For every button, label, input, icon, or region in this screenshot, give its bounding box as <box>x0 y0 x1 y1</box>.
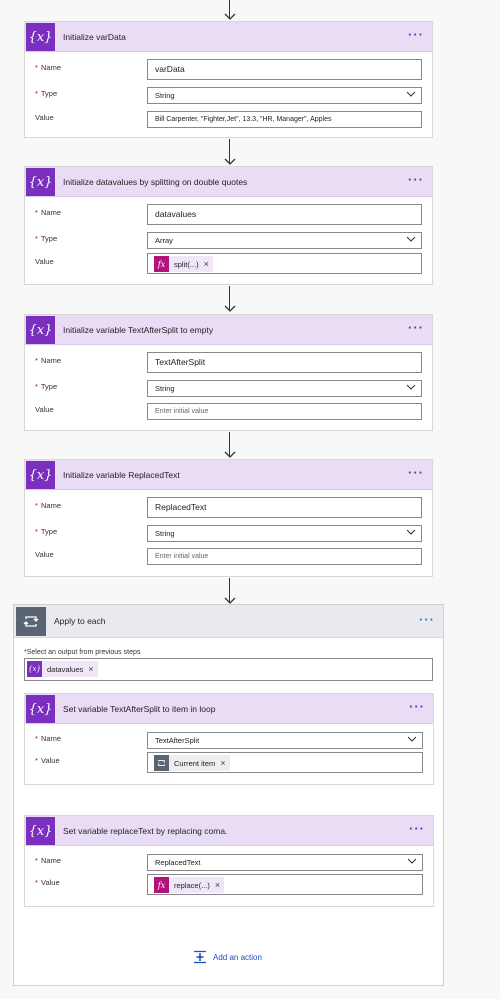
select-output-label: *Select an output from previous steps <box>24 649 141 656</box>
more-options-icon[interactable]: ··· <box>408 460 424 486</box>
field-label: Value <box>35 405 54 414</box>
chevron-down-icon <box>407 736 417 742</box>
remove-token-icon[interactable]: × <box>204 255 209 274</box>
flow-arrow <box>224 286 236 312</box>
chevron-down-icon <box>407 858 417 864</box>
dynamic-content-token[interactable]: {x} datavalues × <box>27 661 98 677</box>
name-input[interactable]: TextAfterSplit <box>147 352 422 373</box>
flow-arrow <box>224 0 236 20</box>
dynamic-content-token[interactable]: Current item × <box>154 755 230 771</box>
value-input[interactable]: Enter initial value <box>147 548 422 565</box>
more-options-icon[interactable]: ··· <box>408 22 424 48</box>
chevron-down-icon <box>406 529 416 535</box>
card-title: Initialize datavalues by splitting on do… <box>63 177 248 187</box>
variable-icon: {x} <box>26 23 55 51</box>
field-label: Value <box>35 550 54 559</box>
value-input[interactable]: fx split(...) × <box>147 253 422 274</box>
name-input[interactable]: ReplacedText <box>147 497 422 518</box>
card-header[interactable]: {x} Initialize variable ReplacedText ··· <box>25 460 432 490</box>
field-label: * Type <box>35 89 58 98</box>
card-title: Initialize variable ReplacedText <box>63 470 180 480</box>
variable-icon: {x} <box>26 316 55 344</box>
select-output-input[interactable]: {x} datavalues × <box>24 658 433 681</box>
function-icon: fx <box>154 256 169 272</box>
more-options-icon[interactable]: ··· <box>419 605 435 634</box>
name-input[interactable]: varData <box>147 59 422 80</box>
variable-icon: {x} <box>26 461 55 489</box>
card-title: Set variable replaceText by replacing co… <box>63 826 228 836</box>
card-header[interactable]: {x} Initialize variable TextAfterSplit t… <box>25 315 432 345</box>
card-title: Initialize varData <box>63 32 126 42</box>
remove-token-icon[interactable]: × <box>88 664 93 674</box>
field-label: * Type <box>35 234 58 243</box>
expression-token[interactable]: fx replace(...) × <box>154 876 225 895</box>
field-label: * Type <box>35 527 58 536</box>
type-dropdown[interactable]: Array <box>147 232 422 249</box>
name-dropdown[interactable]: ReplacedText <box>147 854 423 871</box>
value-input[interactable]: Enter initial value <box>147 403 422 420</box>
action-card-initialize-vardata: {x} Initialize varData ··· * Name varDat… <box>24 21 433 138</box>
add-action-icon <box>194 950 206 964</box>
field-label: Value <box>35 257 54 266</box>
variable-icon: {x} <box>27 661 42 677</box>
name-input[interactable]: datavalues <box>147 204 422 225</box>
loop-icon <box>16 607 46 636</box>
value-input[interactable]: Current item × <box>147 752 423 773</box>
field-label: Value <box>35 113 54 122</box>
type-dropdown[interactable]: String <box>147 380 422 397</box>
card-header[interactable]: {x} Set variable replaceText by replacin… <box>25 816 433 846</box>
more-options-icon[interactable]: ··· <box>408 167 424 193</box>
card-header[interactable]: {x} Initialize varData ··· <box>25 22 432 52</box>
add-action-button[interactable]: Add an action <box>193 949 262 965</box>
field-label: * Name <box>35 734 62 743</box>
card-title: Initialize variable TextAfterSplit to em… <box>63 325 214 335</box>
action-card-set-textaftersplit: {x} Set variable TextAfterSplit to item … <box>24 693 434 785</box>
field-label: * Type <box>35 382 58 391</box>
function-icon: fx <box>154 877 169 893</box>
remove-token-icon[interactable]: × <box>215 876 220 895</box>
apply-to-each-scope: Apply to each ··· *Select an output from… <box>13 604 444 986</box>
value-input[interactable]: Bill Carpenter, "Fighter,Jet", 13.3, "HR… <box>147 111 422 128</box>
loop-icon <box>154 755 169 771</box>
card-header[interactable]: {x} Initialize datavalues by splitting o… <box>25 167 432 197</box>
flow-arrow <box>224 432 236 458</box>
more-options-icon[interactable]: ··· <box>409 816 425 842</box>
type-dropdown[interactable]: String <box>147 87 422 104</box>
action-card-initialize-datavalues: {x} Initialize datavalues by splitting o… <box>24 166 433 285</box>
more-options-icon[interactable]: ··· <box>409 694 425 720</box>
flow-arrow <box>224 139 236 165</box>
variable-icon: {x} <box>26 695 55 723</box>
variable-icon: {x} <box>26 817 55 845</box>
field-label: * Name <box>35 208 62 217</box>
field-label: * Name <box>35 856 62 865</box>
value-input[interactable]: fx replace(...) × <box>147 874 423 895</box>
field-label: * Name <box>35 501 62 510</box>
expression-token[interactable]: fx split(...) × <box>154 256 213 272</box>
card-header[interactable]: {x} Set variable TextAfterSplit to item … <box>25 694 433 724</box>
field-label: * Value <box>35 878 60 887</box>
chevron-down-icon <box>406 384 416 390</box>
action-card-initialize-textaftersplit: {x} Initialize variable TextAfterSplit t… <box>24 314 433 431</box>
field-label: * Value <box>35 756 60 765</box>
chevron-down-icon <box>406 236 416 242</box>
add-action-label[interactable]: Add an action <box>213 953 262 962</box>
field-label: * Name <box>35 356 62 365</box>
more-options-icon[interactable]: ··· <box>408 315 424 341</box>
chevron-down-icon <box>406 91 416 97</box>
action-card-initialize-replacedtext: {x} Initialize variable ReplacedText ···… <box>24 459 433 577</box>
name-dropdown[interactable]: TextAfterSplit <box>147 732 423 749</box>
field-label: * Name <box>35 63 62 72</box>
scope-header[interactable]: Apply to each ··· <box>14 605 443 638</box>
scope-title: Apply to each <box>54 616 106 626</box>
card-title: Set variable TextAfterSplit to item in l… <box>63 704 216 714</box>
action-card-set-replacetext: {x} Set variable replaceText by replacin… <box>24 815 434 907</box>
variable-icon: {x} <box>26 168 55 196</box>
type-dropdown[interactable]: String <box>147 525 422 542</box>
flow-arrow <box>224 578 236 604</box>
remove-token-icon[interactable]: × <box>220 754 225 773</box>
